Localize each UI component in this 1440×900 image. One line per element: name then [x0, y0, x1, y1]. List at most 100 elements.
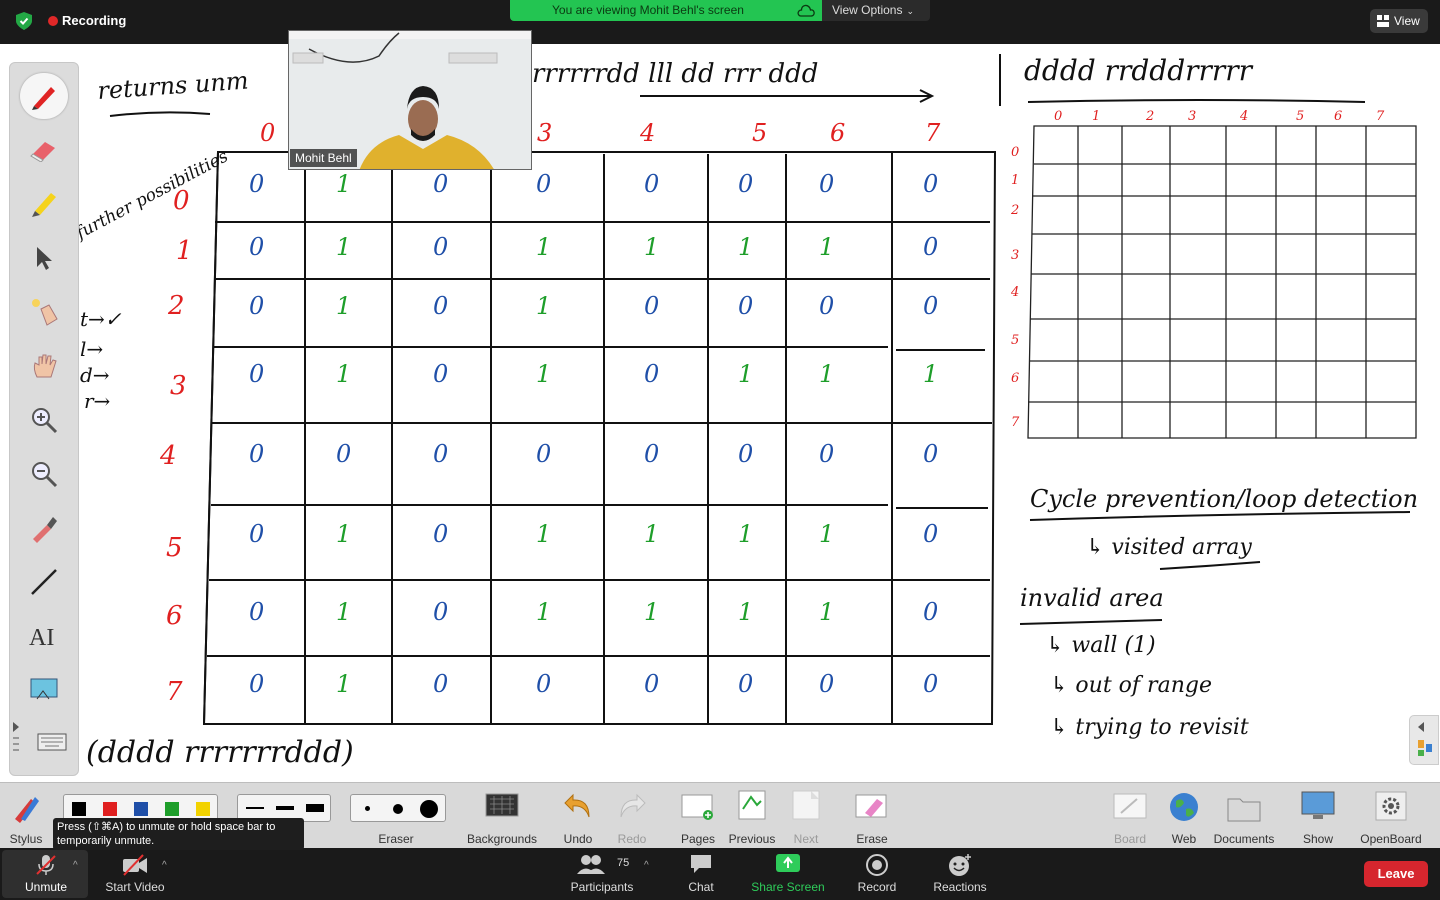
microphone-muted-icon: [36, 855, 56, 875]
reactions-button[interactable]: Reactions: [928, 848, 992, 900]
laser-pointer-button[interactable]: [20, 289, 68, 335]
chat-button[interactable]: Chat: [678, 848, 724, 900]
zoom-out-button[interactable]: [20, 451, 68, 497]
backgrounds-label: Backgrounds: [466, 832, 538, 846]
left-note-t: t→✓: [80, 307, 122, 331]
screenshot-tool-button[interactable]: [20, 667, 68, 713]
maze-row-index: 7: [166, 677, 183, 707]
maze-cell: 0: [433, 170, 448, 198]
color-swatch-green[interactable]: [165, 802, 179, 816]
tooltip-line-1: Press (⇧⌘A) to unmute or hold space bar …: [57, 821, 276, 833]
maze-col-index: 5: [752, 119, 767, 147]
line-width-thick[interactable]: [306, 804, 324, 812]
recording-label[interactable]: Recording: [62, 13, 126, 28]
record-button[interactable]: Record: [850, 848, 904, 900]
left-note-returns: returns unm: [96, 66, 249, 104]
pan-tool-button[interactable]: [20, 343, 68, 389]
maze-cell: 0: [249, 440, 264, 468]
next-page-icon: [792, 790, 820, 820]
view-button[interactable]: View: [1370, 9, 1428, 33]
eraser-tool-icon: [30, 142, 55, 162]
maze-cell: 1: [536, 598, 551, 626]
keyboard-button[interactable]: [28, 719, 76, 765]
visited-col-index: 0: [1054, 109, 1062, 124]
laser-pointer-icon: [32, 299, 58, 326]
zoom-out-icon: [32, 462, 58, 488]
webcam-video-tile[interactable]: Mohit Behl: [288, 30, 532, 170]
maze-cell: 1: [336, 292, 351, 320]
pages-icon: [681, 794, 713, 820]
web-label: Web: [1171, 832, 1197, 846]
eraser-size-picker[interactable]: [350, 794, 446, 822]
reactions-smiley-icon: [949, 854, 971, 876]
select-tool-button[interactable]: [20, 235, 68, 281]
text-tool-button[interactable]: AI: [20, 613, 68, 659]
eraser-tool-button[interactable]: [20, 127, 68, 173]
participants-label: Participants: [570, 880, 634, 894]
unmute-tooltip: Press (⇧⌘A) to unmute or hold space bar …: [53, 818, 304, 850]
video-options-caret-icon[interactable]: ^: [162, 860, 167, 871]
stylus-icon: [15, 797, 39, 823]
maze-cell: 0: [249, 520, 264, 548]
cloud-icon: [797, 4, 815, 17]
highlighter-tool-button[interactable]: [20, 181, 68, 227]
maze-cell: 0: [738, 292, 753, 320]
leave-meeting-button[interactable]: Leave: [1364, 861, 1428, 887]
svg-text:AI: AI: [29, 625, 54, 651]
maze-row-index: 4: [159, 441, 177, 471]
palette-collapse-icon[interactable]: [10, 718, 24, 758]
maze-cell: 1: [738, 360, 753, 388]
grid-view-icon: [1377, 15, 1389, 27]
maze-cell: 0: [923, 233, 938, 261]
maze-cell: 1: [644, 598, 659, 626]
start-video-button[interactable]: Start Video: [98, 848, 172, 900]
next-label: Next: [793, 832, 819, 846]
color-swatch-yellow[interactable]: [196, 802, 210, 816]
view-options-dropdown[interactable]: View Options ⌄: [822, 0, 930, 21]
participants-caret-icon[interactable]: ^: [644, 860, 649, 871]
line-width-thin[interactable]: [246, 807, 264, 809]
undo-label: Undo: [563, 832, 593, 846]
underline-returns: [109, 111, 211, 117]
side-panel-toggle[interactable]: [1409, 715, 1439, 765]
openboard-tool-palette: AI: [9, 62, 79, 776]
maze-col-index: 7: [925, 119, 941, 147]
zoom-in-button[interactable]: [20, 397, 68, 443]
visited-row-index: 7: [1011, 415, 1020, 430]
eraser-size-small[interactable]: [365, 806, 370, 811]
color-swatch-blue[interactable]: [134, 802, 148, 816]
line-width-medium[interactable]: [276, 806, 294, 810]
eyedropper-button[interactable]: [20, 505, 68, 551]
maze-cell: 0: [433, 292, 448, 320]
maze-cell: 1: [536, 292, 551, 320]
participants-button[interactable]: 75 Participants: [564, 848, 640, 900]
left-note-further-possibilities: further possibilities: [71, 146, 232, 244]
visited-grid: [1027, 125, 1417, 439]
maze-cell: 0: [923, 440, 938, 468]
share-screen-button[interactable]: Share Screen: [746, 848, 830, 900]
line-tool-button[interactable]: [20, 559, 68, 605]
security-shield-icon[interactable]: [16, 12, 32, 30]
maze-cell: 1: [819, 233, 834, 261]
pen-tool-button[interactable]: [20, 73, 68, 119]
visited-col-index: 4: [1239, 109, 1248, 124]
redo-label: Redo: [617, 832, 647, 846]
eraser-size-large[interactable]: [420, 800, 438, 818]
note-wall: ↳ wall (1): [1046, 633, 1156, 658]
shared-screen-whiteboard[interactable]: 0 1 2 3 4 5 6 7 0 1 2 3 4 5 6 7 0 1 0 0 0 0 0 0 0 1 0 1 1 1 1 0 0 1 0 1 0 0 0 0…: [0, 44, 1440, 782]
eraser-size-medium[interactable]: [393, 804, 403, 814]
color-swatch-black[interactable]: [72, 802, 86, 816]
pages-label: Pages: [680, 832, 716, 846]
maze-cell: 0: [819, 440, 834, 468]
maze-cell: 0: [249, 360, 264, 388]
maze-cell: 1: [536, 520, 551, 548]
visited-row-index: 0: [1011, 145, 1019, 160]
unmute-button[interactable]: Unmute: [4, 848, 88, 900]
maze-cell: 0: [923, 292, 938, 320]
visited-row-index: 4: [1010, 285, 1019, 300]
color-swatch-red[interactable]: [103, 802, 117, 816]
audio-options-caret-icon[interactable]: ^: [73, 860, 78, 871]
maze-cell: 0: [433, 360, 448, 388]
maze-row-index: 6: [166, 601, 183, 631]
tooltip-line-2: temporarily unmute.: [57, 835, 155, 847]
